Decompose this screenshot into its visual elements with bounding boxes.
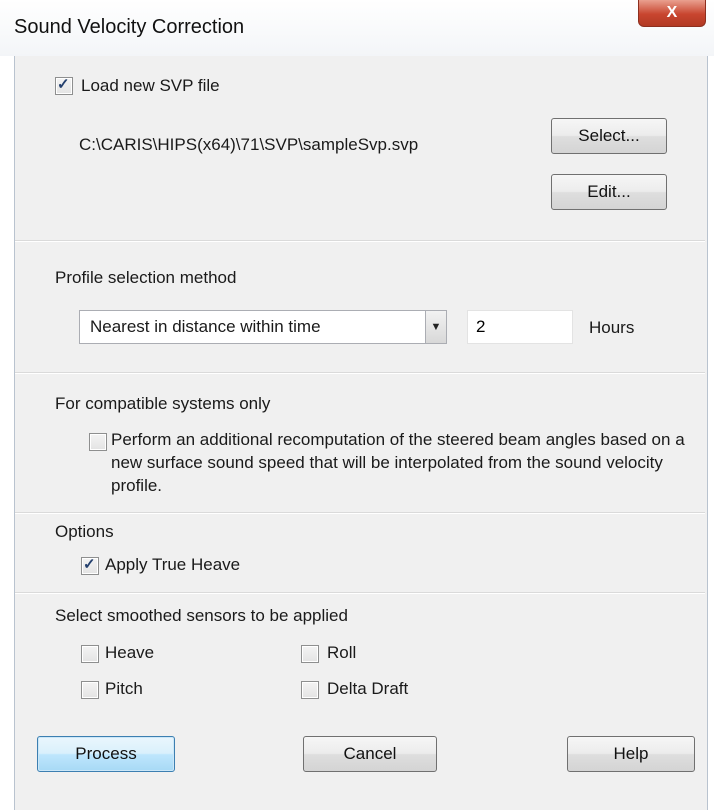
select-button-label: Select... xyxy=(578,126,640,145)
profile-selection-heading: Profile selection method xyxy=(55,268,237,287)
pitch-checkbox[interactable] xyxy=(81,681,99,699)
pitch-label: Pitch xyxy=(105,679,143,698)
heave-checkbox[interactable] xyxy=(81,645,99,663)
hours-label: Hours xyxy=(589,318,635,337)
close-icon: X xyxy=(666,4,678,21)
close-button[interactable]: X xyxy=(638,0,706,27)
options-heading: Options xyxy=(55,522,114,541)
recompute-beam-angles-label: Perform an additional recomputation of t… xyxy=(111,430,685,495)
dialog-title: Sound Velocity Correction xyxy=(14,16,245,38)
hours-input[interactable] xyxy=(467,310,573,344)
divider xyxy=(15,372,705,374)
cancel-button-label: Cancel xyxy=(343,744,397,763)
help-button-label: Help xyxy=(613,744,649,763)
svp-file-path: C:\CARIS\HIPS(x64)\71\SVP\sampleSvp.svp xyxy=(79,135,419,154)
dialog-body: Load new SVP file C:\CARIS\HIPS(x64)\71\… xyxy=(14,56,708,810)
compatible-systems-heading: For compatible systems only xyxy=(55,394,271,413)
smoothed-sensors-heading: Select smoothed sensors to be applied xyxy=(55,606,348,625)
delta-draft-checkbox[interactable] xyxy=(301,681,319,699)
load-svp-label: Load new SVP file xyxy=(81,76,220,95)
roll-label: Roll xyxy=(327,643,357,662)
select-button[interactable]: Select... xyxy=(551,118,667,154)
profile-method-dropdown[interactable]: Nearest in distance within time ▼ xyxy=(79,310,447,344)
apply-true-heave-checkbox[interactable] xyxy=(81,555,99,575)
process-button-label: Process xyxy=(75,744,137,763)
heave-label: Heave xyxy=(105,643,155,662)
profile-method-value: Nearest in distance within time xyxy=(90,317,321,336)
recompute-beam-angles-checkbox[interactable] xyxy=(89,433,107,451)
help-button[interactable]: Help xyxy=(567,736,695,772)
divider xyxy=(15,240,705,242)
edit-button-label: Edit... xyxy=(587,182,631,201)
apply-true-heave-label: Apply True Heave xyxy=(105,555,241,574)
process-button[interactable]: Process xyxy=(37,736,175,772)
cancel-button[interactable]: Cancel xyxy=(303,736,437,772)
title-bar: Sound Velocity Correction X xyxy=(0,0,714,56)
roll-checkbox[interactable] xyxy=(301,645,319,663)
divider xyxy=(15,592,705,594)
divider xyxy=(15,512,705,514)
chevron-down-icon[interactable]: ▼ xyxy=(425,311,446,343)
load-svp-checkbox[interactable] xyxy=(55,75,73,95)
delta-draft-label: Delta Draft xyxy=(327,679,409,698)
edit-button[interactable]: Edit... xyxy=(551,174,667,210)
